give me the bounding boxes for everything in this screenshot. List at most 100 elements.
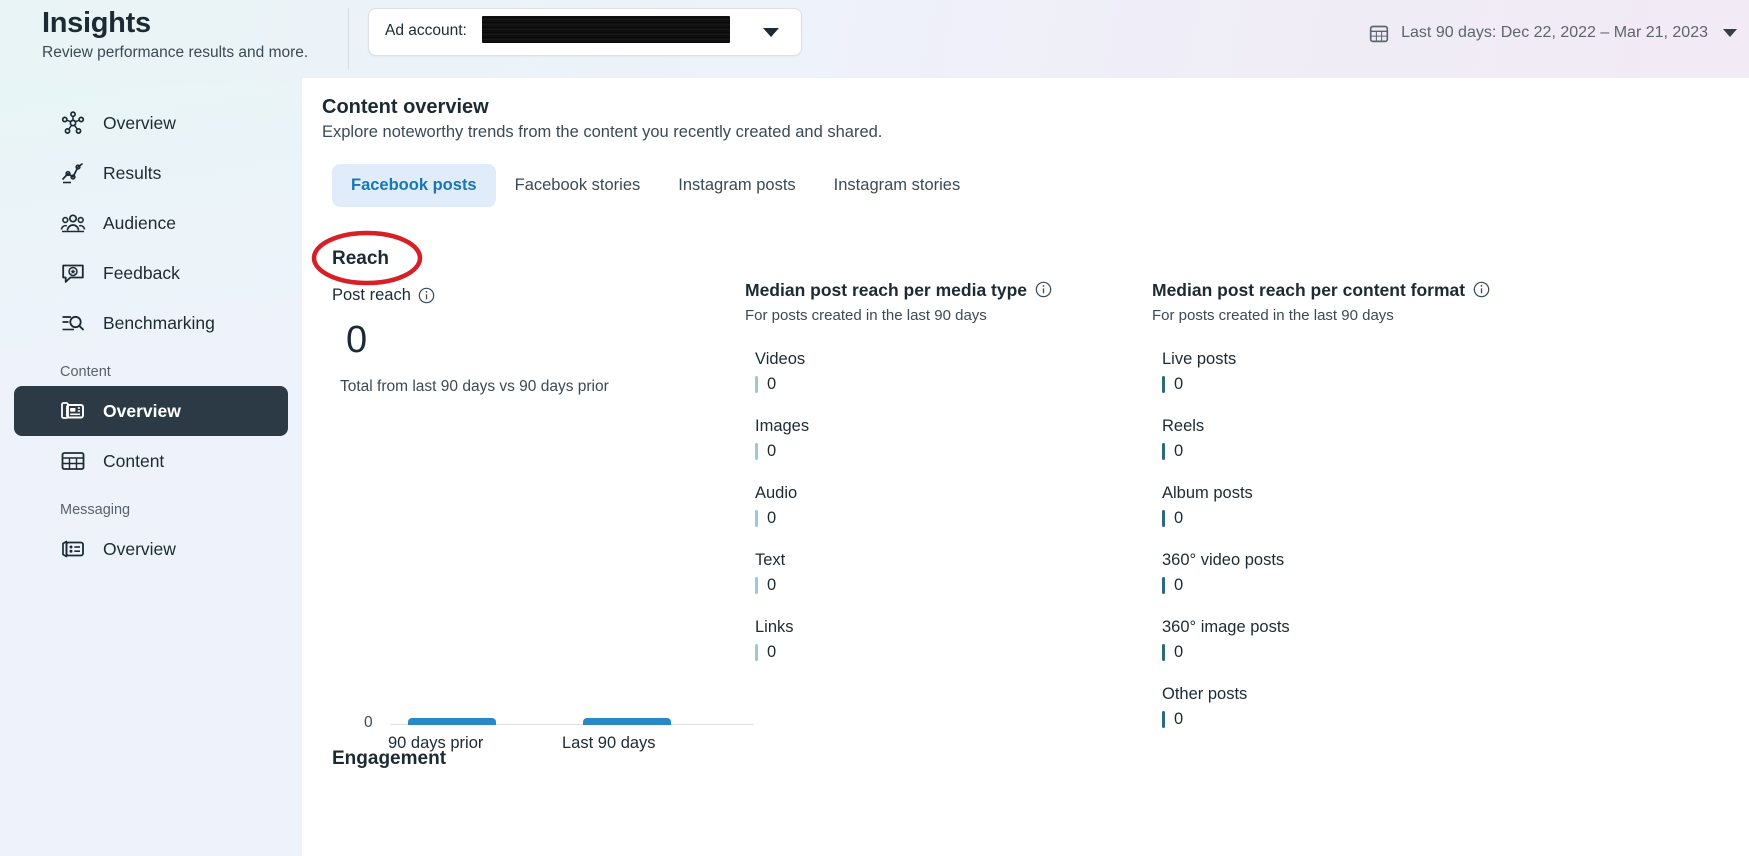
- benchmark-search-icon: [62, 315, 84, 331]
- sidebar-item-label: Content: [103, 450, 165, 471]
- sidebar-item-content[interactable]: Content: [14, 436, 288, 486]
- brand-block: Insights Review performance results and …: [42, 6, 308, 64]
- sidebar-item-benchmarking[interactable]: Benchmarking: [14, 298, 288, 348]
- engagement-section-heading: Engagement: [332, 748, 447, 769]
- list-item: Live posts 0: [1152, 348, 1552, 393]
- media-type-subtitle: For posts created in the last 90 days: [745, 307, 987, 324]
- median-reach-content-format-panel: Median post reach per content format For…: [1152, 278, 1552, 750]
- media-type-value-row: 0: [755, 576, 1105, 594]
- date-range-picker[interactable]: Last 90 days: Dec 22, 2022 – Mar 21, 202…: [1368, 16, 1737, 50]
- date-range-text: Last 90 days: Dec 22, 2022 – Mar 21, 202…: [1401, 24, 1708, 41]
- sidebar-item-label: Audience: [103, 212, 176, 233]
- value-bar-indicator: [1162, 442, 1165, 460]
- chart-y-tick-0: 0: [364, 714, 373, 731]
- content-format-title: Median post reach per content format: [1152, 280, 1466, 300]
- list-item: Reels 0: [1152, 415, 1552, 460]
- message-cards-icon: [62, 540, 84, 558]
- list-item: 360° video posts 0: [1152, 549, 1552, 594]
- content-format-name: Live posts: [1162, 350, 1237, 368]
- content-format-name: Album posts: [1162, 484, 1253, 502]
- content-format-title-row: Median post reach per content format: [1152, 278, 1552, 302]
- content-format-value: 0: [1174, 576, 1184, 594]
- media-type-value: 0: [767, 576, 777, 594]
- post-reach-value: 0: [346, 319, 368, 361]
- chevron-down-icon: [1723, 29, 1737, 37]
- value-bar-indicator: [755, 576, 758, 594]
- content-format-value-row: 0: [1162, 375, 1552, 393]
- media-type-value: 0: [767, 375, 777, 393]
- content-format-name: Reels: [1162, 417, 1205, 435]
- list-item: Audio 0: [745, 482, 1105, 527]
- sidebar-group-label-messaging: Messaging: [60, 502, 131, 518]
- ad-account-label: Ad account:: [385, 22, 467, 39]
- list-item: Other posts 0: [1152, 683, 1552, 728]
- info-icon[interactable]: [1473, 281, 1490, 298]
- post-reach-bar-chart: 0 90 days prior Last 90 days: [364, 638, 764, 758]
- media-type-name: Text: [755, 551, 786, 569]
- content-format-value: 0: [1174, 375, 1184, 393]
- value-bar-indicator: [755, 442, 758, 460]
- media-type-value-row: 0: [755, 375, 1105, 393]
- chart-x-label-1: Last 90 days: [562, 734, 656, 752]
- media-type-title-row: Median post reach per media type: [745, 278, 1105, 302]
- sidebar-item-label: Feedback: [103, 262, 180, 283]
- sidebar-item-feedback[interactable]: Feedback: [14, 248, 288, 298]
- value-bar-indicator: [1162, 509, 1165, 527]
- sidebar-item-results[interactable]: Results: [14, 148, 288, 198]
- content-format-list: Live posts 0 Reels 0 Album posts 0 360° …: [1152, 348, 1552, 728]
- content-format-name: 360° video posts: [1162, 551, 1285, 569]
- content-format-value-row: 0: [1162, 509, 1552, 527]
- insights-page: Insights Review performance results and …: [0, 0, 1749, 856]
- content-format-value: 0: [1174, 442, 1184, 460]
- sidebar-item-label: Benchmarking: [103, 312, 215, 333]
- content-format-value: 0: [1174, 643, 1184, 661]
- content-overview-subtitle: Explore noteworthy trends from the conte…: [322, 123, 883, 141]
- calendar-icon: [1369, 25, 1389, 42]
- sidebar-item-audience[interactable]: Audience: [14, 198, 288, 248]
- sidebar-item-messaging-overview[interactable]: Overview: [14, 524, 288, 574]
- feedback-star-bubble-icon: [62, 264, 84, 283]
- media-type-name: Links: [755, 618, 794, 636]
- page-subtitle: Review performance results and more.: [42, 44, 309, 61]
- value-bar-indicator: [755, 509, 758, 527]
- list-item: Album posts 0: [1152, 482, 1552, 527]
- media-type-list: Videos 0 Images 0 Audio 0 Text 0 Links 0: [745, 348, 1105, 661]
- ad-account-select[interactable]: Ad account:: [368, 8, 802, 56]
- tab-instagram-stories[interactable]: Instagram stories: [815, 164, 980, 207]
- tab-instagram-posts[interactable]: Instagram posts: [659, 164, 814, 207]
- value-bar-indicator: [1162, 576, 1165, 594]
- people-group-icon: [60, 214, 86, 233]
- tab-facebook-posts[interactable]: Facebook posts: [332, 164, 496, 207]
- tab-facebook-stories[interactable]: Facebook stories: [496, 164, 660, 207]
- media-type-value: 0: [767, 442, 777, 460]
- sidebar-group-label-content: Content: [60, 364, 111, 380]
- sidebar-item-content-overview[interactable]: Overview: [14, 386, 288, 436]
- list-item: Text 0: [745, 549, 1105, 594]
- header-divider: [348, 8, 349, 70]
- sidebar-item-overview[interactable]: Overview: [14, 98, 288, 148]
- chevron-down-icon: [763, 28, 779, 37]
- reach-section-heading: Reach: [332, 248, 390, 269]
- content-cards-icon: [61, 402, 84, 419]
- media-type-name: Audio: [755, 484, 798, 502]
- media-type-value-row: 0: [755, 442, 1105, 460]
- content-overview-title: Content overview: [322, 96, 489, 118]
- chart-bar-90-days-prior[interactable]: [408, 718, 496, 725]
- content-format-name: Other posts: [1162, 685, 1248, 703]
- top-bar: Insights Review performance results and …: [0, 0, 1749, 84]
- value-bar-indicator: [1162, 710, 1165, 728]
- value-bar-indicator: [1162, 375, 1165, 393]
- media-type-title: Median post reach per media type: [745, 280, 1028, 300]
- info-icon[interactable]: [418, 287, 435, 304]
- sidebar: Overview Results Audience Feedback Bench…: [0, 84, 302, 856]
- media-type-value: 0: [767, 509, 777, 527]
- list-item: 360° image posts 0: [1152, 616, 1552, 661]
- media-type-value-row: 0: [755, 643, 1105, 661]
- chart-bar-last-90-days[interactable]: [583, 718, 671, 725]
- info-icon[interactable]: [1035, 281, 1052, 298]
- media-type-value-row: 0: [755, 509, 1105, 527]
- page-title: Insights: [42, 7, 151, 39]
- content-format-value: 0: [1174, 710, 1184, 728]
- value-bar-indicator: [755, 375, 758, 393]
- main-content: Content overview Explore noteworthy tren…: [302, 78, 1749, 856]
